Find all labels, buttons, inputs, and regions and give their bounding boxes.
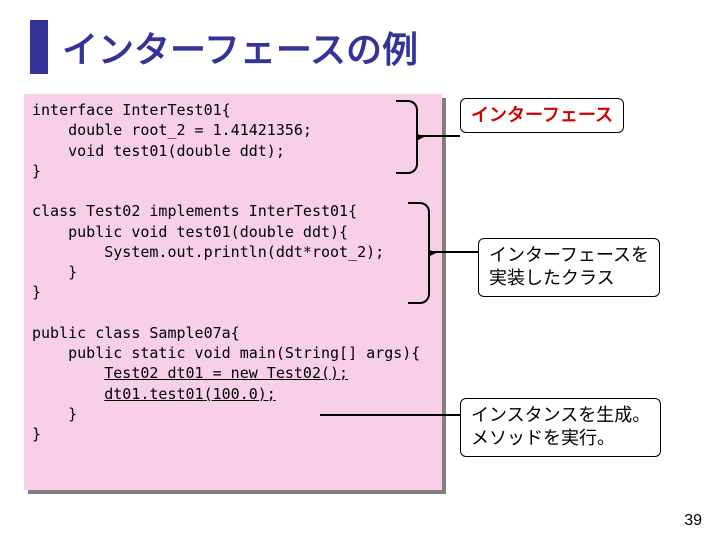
brace-icon [408, 202, 430, 304]
code-indent [32, 364, 104, 382]
code-line-underlined: Test02 dt01 = new Test02(); [104, 364, 348, 382]
code-line: } [32, 162, 41, 180]
code-line: void test01(double ddt); [32, 142, 285, 160]
code-box: interface InterTest01{ double root_2 = 1… [24, 94, 442, 490]
connector-line [320, 414, 460, 416]
code-line: } [32, 283, 41, 301]
page-number: 39 [684, 512, 702, 530]
code-line: System.out.println(ddt*root_2); [32, 243, 384, 261]
slide-title-wrap: インターフェースの例 [30, 20, 418, 74]
code-line: interface InterTest01{ [32, 101, 231, 119]
connector-line [428, 251, 478, 253]
code-line: public class Sample07a{ [32, 324, 240, 342]
code-line-underlined: dt01.test01(100.0); [104, 385, 276, 403]
code-line: public static void main(String[] args){ [32, 344, 420, 362]
annotation-implementing-class: インターフェースを 実装したクラス [478, 238, 660, 297]
annotation-interface: インターフェース [460, 98, 624, 133]
code-line: } [32, 263, 77, 281]
title-accent-bar [30, 20, 48, 74]
slide-title: インターフェースの例 [62, 21, 418, 73]
brace-icon [396, 100, 418, 174]
connector-line [416, 135, 460, 137]
code-line: double root_2 = 1.41421356; [32, 121, 312, 139]
annotation-instance-method: インスタンスを生成。 メソッドを実行。 [460, 398, 661, 457]
code-line: } [32, 405, 77, 423]
code-line: public void test01(double ddt){ [32, 223, 348, 241]
code-line: class Test02 implements InterTest01{ [32, 202, 357, 220]
code-line: } [32, 425, 41, 443]
code-indent [32, 385, 104, 403]
